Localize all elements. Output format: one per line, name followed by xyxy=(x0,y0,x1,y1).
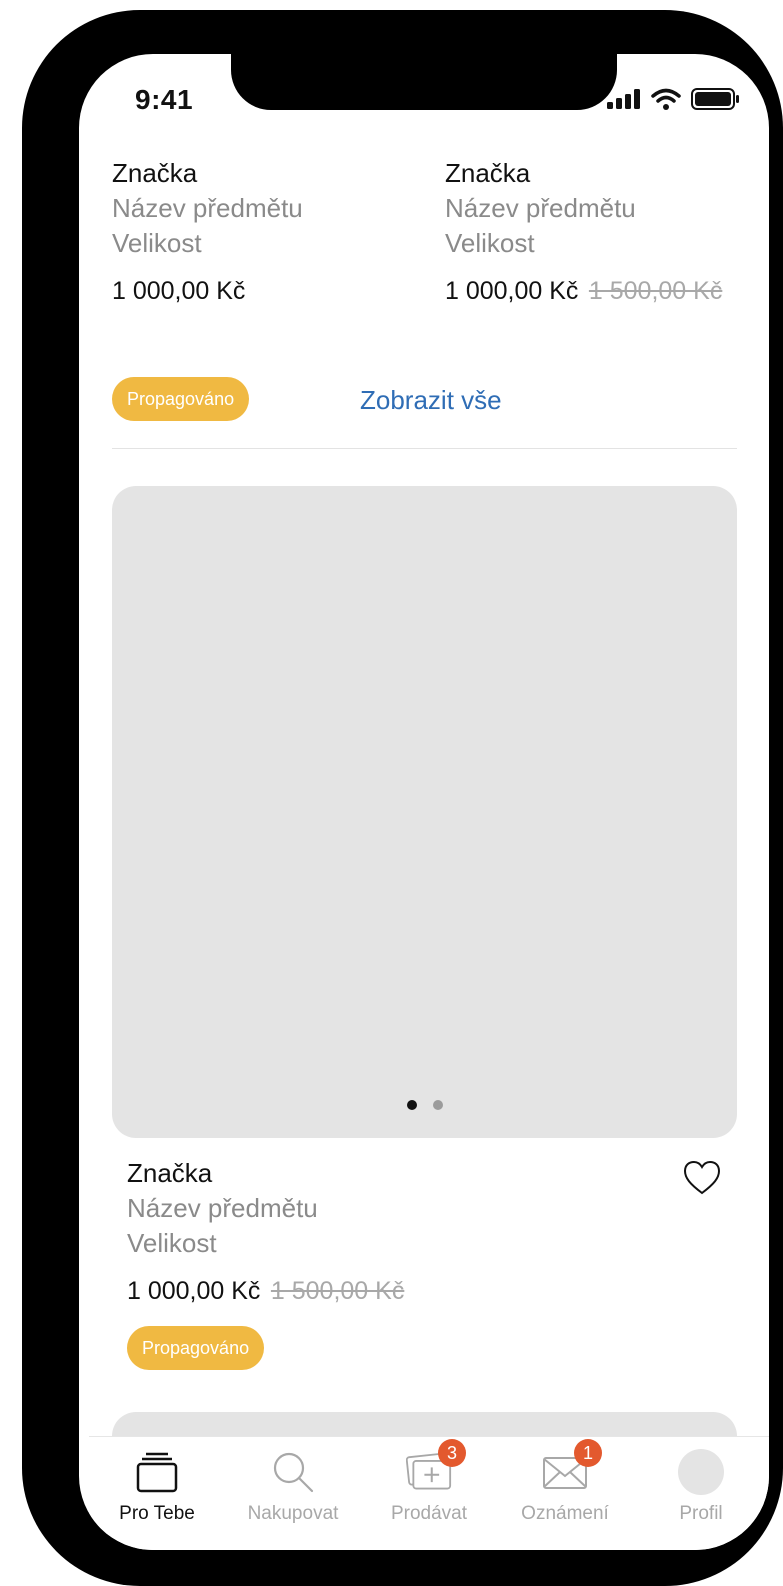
product-price: 1 000,00 Kč xyxy=(112,277,246,305)
notch xyxy=(231,54,617,110)
tab-label: Nakupovat xyxy=(247,1503,339,1524)
product-price: 1 000,00 Kč xyxy=(445,277,579,305)
promoted-badge: Propagováno xyxy=(112,377,250,421)
product-card[interactable]: Značka Název předmětu Velikost 1 000,00 … xyxy=(112,158,303,306)
phone-frame: 9:41 Značka Název předmětu Velikost 1 00… xyxy=(22,10,783,1586)
tab-icon-wrap xyxy=(678,1449,724,1495)
tab-label: Profil xyxy=(679,1503,723,1524)
product-image-carousel[interactable] xyxy=(112,486,737,1138)
status-time: 9:41 xyxy=(135,84,194,115)
tab-label: Prodávat xyxy=(390,1503,468,1524)
battery-icon xyxy=(691,88,739,110)
product-card[interactable]: Značka Název předmětu Velikost 1 000,00 … xyxy=(445,158,722,306)
avatar xyxy=(678,1449,724,1495)
tab-prodavat[interactable]: 3 Prodávat xyxy=(361,1437,497,1550)
product-brand: Značka xyxy=(127,1158,213,1188)
notification-count-badge: 1 xyxy=(574,1439,602,1467)
product-old-price: 1 500,00 Kč xyxy=(588,277,723,305)
carousel-dot-active[interactable] xyxy=(406,1100,417,1110)
tab-bar: Pro Tebe Nakupovat 3 Prodávat 1 Oznámení… xyxy=(89,1436,769,1550)
tab-label: Oznámení xyxy=(521,1503,609,1524)
product-brand: Značka xyxy=(112,158,198,188)
tab-oznameni[interactable]: 1 Oznámení xyxy=(497,1437,633,1550)
tab-label: Pro Tebe xyxy=(119,1503,195,1524)
wifi-icon xyxy=(651,88,681,110)
tab-icon-wrap: 1 xyxy=(542,1439,602,1495)
promoted-badge: Propagováno xyxy=(127,1326,265,1370)
search-icon xyxy=(273,1452,314,1493)
status-icons xyxy=(607,88,739,110)
tab-icon-wrap xyxy=(134,1449,180,1495)
heart-icon[interactable] xyxy=(683,1160,721,1196)
screen: 9:41 Značka Název předmětu Velikost 1 00… xyxy=(79,54,769,1550)
tab-icon-wrap xyxy=(270,1449,316,1495)
divider xyxy=(112,448,737,449)
product-price: 1 000,00 Kč xyxy=(127,1277,261,1305)
cellular-signal-icon xyxy=(607,89,640,109)
view-all-link[interactable]: Zobrazit vše xyxy=(360,385,502,416)
featured-product-info[interactable]: Značka Název předmětu Velikost 1 000,00 … xyxy=(127,1158,404,1306)
product-name: Název předmětu xyxy=(127,1193,318,1223)
product-size: Velikost xyxy=(445,228,535,258)
product-name: Název předmětu xyxy=(445,193,636,223)
product-size: Velikost xyxy=(112,228,202,258)
product-old-price: 1 500,00 Kč xyxy=(270,1277,405,1305)
tab-pro-tebe[interactable]: Pro Tebe xyxy=(89,1437,225,1550)
carousel-dot[interactable] xyxy=(432,1100,443,1110)
notification-count-badge: 3 xyxy=(438,1439,466,1467)
product-brand: Značka xyxy=(445,158,531,188)
product-name: Název předmětu xyxy=(112,193,303,223)
cards-stack-icon xyxy=(136,1452,178,1493)
tab-nakupovat[interactable]: Nakupovat xyxy=(225,1437,361,1550)
product-size: Velikost xyxy=(127,1228,217,1258)
tab-profil[interactable]: Profil xyxy=(633,1437,769,1550)
tab-icon-wrap: 3 xyxy=(406,1439,466,1495)
carousel-pagination xyxy=(112,1100,737,1110)
